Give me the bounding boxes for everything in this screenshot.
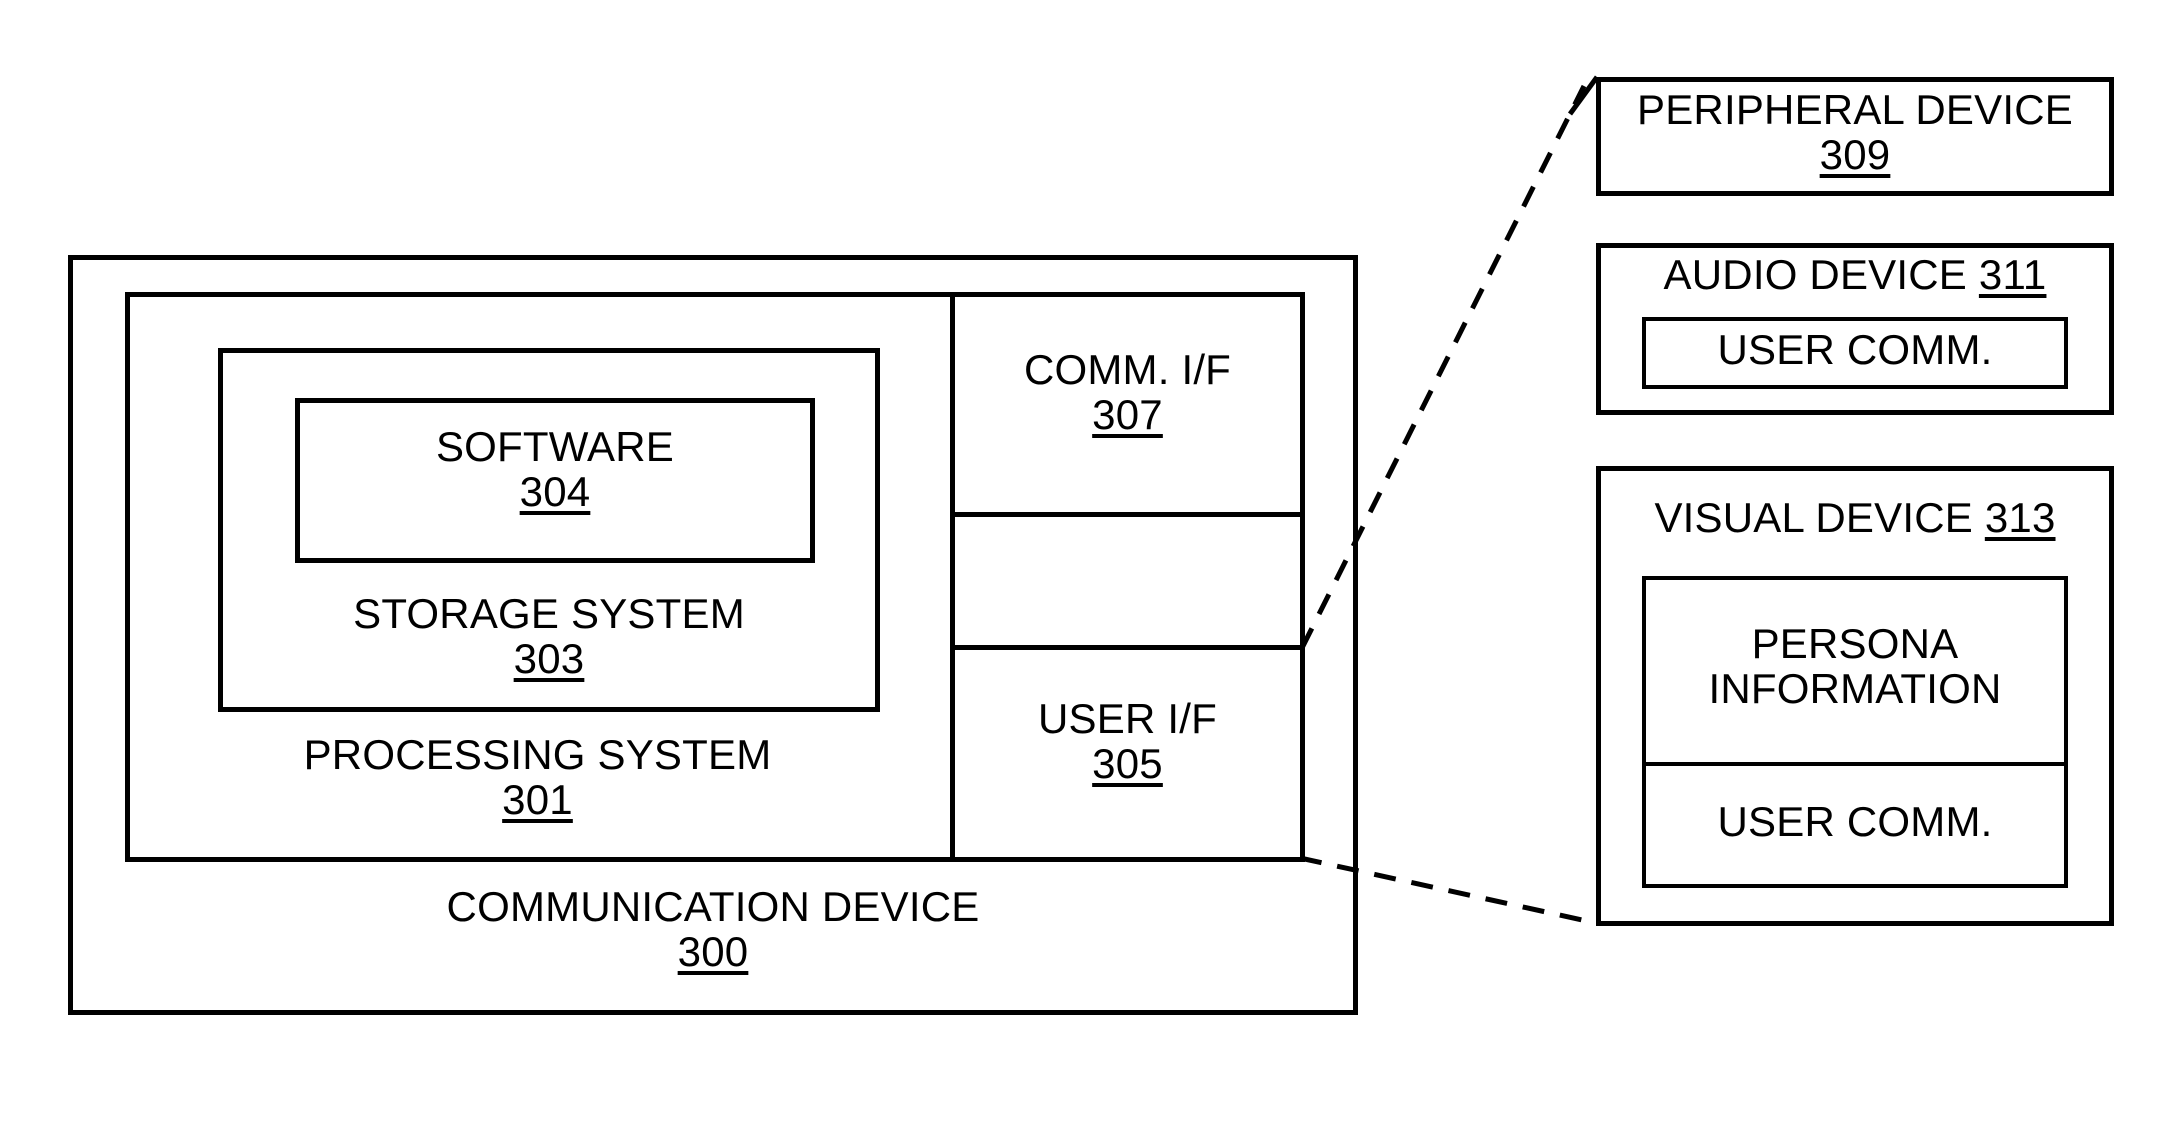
visual-device-ref: 313 [1984,494,2056,541]
persona-information-line-1: PERSONA [1751,620,1959,667]
user-interface-label-text: USER I/F [1038,695,1217,742]
comm-interface-label: COMM. I/F 307 [950,346,1305,438]
visual-device-user-comm-text: USER COMM. [1717,798,1993,845]
comm-interface-label-text: COMM. I/F [1023,346,1232,393]
visual-device-label: VISUAL DEVICE 313 [1596,494,2114,541]
user-interface-label: USER I/F 305 [950,695,1305,787]
communication-device-label: COMMUNICATION DEVICE 300 [68,883,1358,975]
storage-system-label: STORAGE SYSTEM 303 [218,590,880,682]
peripheral-device-label: PERIPHERAL DEVICE 309 [1596,86,2114,178]
software-ref: 304 [519,467,591,515]
persona-information-line-2: INFORMATION [1708,664,2002,712]
storage-system-label-text: STORAGE SYSTEM [353,590,745,637]
audio-device-label-text: AUDIO DEVICE [1663,251,1968,298]
peripheral-device-label-text: PERIPHERAL DEVICE [1637,86,2073,133]
visual-device-inner-divider [1642,762,2068,766]
storage-system-ref: 303 [513,634,585,682]
visual-device-user-comm-label: USER COMM. [1642,798,2068,845]
user-interface-ref: 305 [1092,739,1163,787]
visual-device-label-text: VISUAL DEVICE [1654,494,1973,541]
visual-device-label-space [1973,494,1985,541]
audio-device-label-space [1967,251,1979,298]
audio-device-ref: 311 [1978,251,2047,298]
processing-system-label: PROCESSING SYSTEM 301 [125,731,950,823]
software-label: SOFTWARE 304 [295,423,815,515]
communication-device-ref: 300 [677,927,749,975]
patent-figure: SOFTWARE 304 STORAGE SYSTEM 303 PROCESSI… [0,0,2184,1126]
audio-device-user-comm-text: USER COMM. [1717,326,1993,373]
audio-device-user-comm-label: USER COMM. [1642,326,2068,373]
processing-system-ref: 301 [502,775,573,823]
software-label-text: SOFTWARE [435,423,675,470]
visual-device-persona-information-label: PERSONA INFORMATION [1642,620,2068,712]
audio-device-label: AUDIO DEVICE 311 [1596,251,2114,298]
processing-system-label-text: PROCESSING SYSTEM [303,731,772,778]
peripheral-device-ref: 309 [1819,130,1891,178]
comm-interface-ref: 307 [1092,390,1163,438]
communication-device-label-text: COMMUNICATION DEVICE [446,883,980,930]
